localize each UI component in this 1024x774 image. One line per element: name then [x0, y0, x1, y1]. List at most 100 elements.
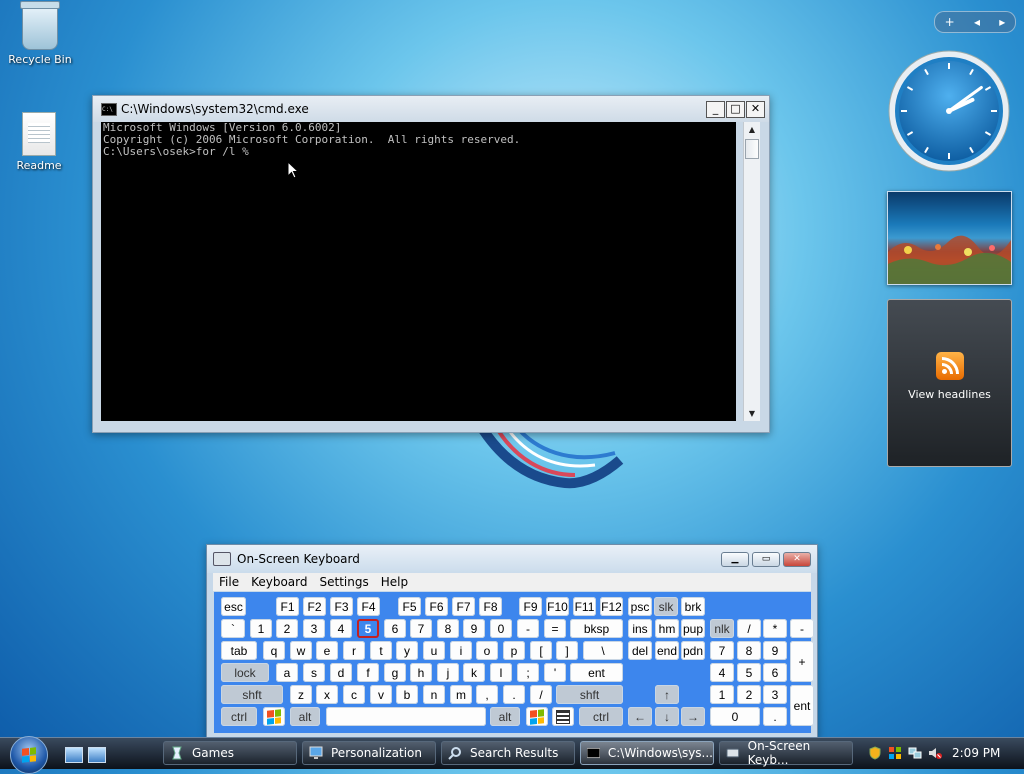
- menu-help[interactable]: Help: [375, 575, 414, 589]
- restore-button[interactable]: ▭: [752, 551, 780, 567]
- key[interactable]: 4: [710, 663, 734, 682]
- start-button[interactable]: [10, 736, 48, 774]
- key[interactable]: r: [343, 641, 365, 660]
- close-button[interactable]: ✕: [746, 100, 765, 118]
- key[interactable]: →: [681, 707, 705, 726]
- key[interactable]: ↑: [655, 685, 679, 704]
- key[interactable]: 9: [763, 641, 787, 660]
- key[interactable]: m: [450, 685, 472, 704]
- key[interactable]: q: [263, 641, 285, 660]
- key[interactable]: /: [530, 685, 552, 704]
- menu-file[interactable]: File: [213, 575, 245, 589]
- key[interactable]: -: [790, 619, 814, 638]
- key[interactable]: slk: [654, 597, 678, 616]
- key[interactable]: -: [517, 619, 539, 638]
- key[interactable]: /: [737, 619, 761, 638]
- key[interactable]: *: [763, 619, 787, 638]
- key[interactable]: shft: [221, 685, 283, 704]
- key[interactable]: 1: [250, 619, 272, 638]
- taskbar-button-on-screen-keyboard[interactable]: On-Screen Keyb...: [719, 739, 853, 767]
- key[interactable]: l: [490, 663, 512, 682]
- key[interactable]: F2: [303, 597, 326, 616]
- key[interactable]: 4: [330, 619, 352, 638]
- key[interactable]: ]: [556, 641, 578, 660]
- scroll-up-arrow-icon[interactable]: ▲: [744, 122, 760, 137]
- key[interactable]: shft: [556, 685, 623, 704]
- desktop-icon-recycle-bin[interactable]: Recycle Bin: [2, 1, 78, 66]
- key[interactable]: 5: [357, 619, 379, 638]
- key[interactable]: a: [276, 663, 298, 682]
- switch-windows-icon[interactable]: [88, 747, 106, 763]
- key[interactable]: b: [396, 685, 418, 704]
- network-icon[interactable]: [908, 746, 922, 760]
- next-page-icon[interactable]: ▸: [999, 15, 1005, 29]
- taskbar-button-games[interactable]: Games: [163, 741, 297, 765]
- taskbar-button-cmd[interactable]: C:\Windows\sys...: [580, 741, 714, 765]
- volume-muted-icon[interactable]: [928, 746, 942, 760]
- add-gadget-button[interactable]: +: [945, 15, 955, 29]
- key[interactable]: F11: [573, 597, 596, 616]
- show-desktop-icon[interactable]: [65, 747, 83, 763]
- key[interactable]: F9: [519, 597, 542, 616]
- security-shield-icon[interactable]: [868, 746, 882, 760]
- key[interactable]: 0: [710, 707, 760, 726]
- vertical-scrollbar[interactable]: ▲ ▼: [743, 122, 760, 421]
- key[interactable]: 1: [710, 685, 734, 704]
- minimize-button[interactable]: _: [706, 100, 725, 118]
- key[interactable]: v: [370, 685, 392, 704]
- console-output[interactable]: Microsoft Windows [Version 6.0.6002] Copy…: [101, 122, 736, 421]
- taskbar-clock[interactable]: 2:09 PM: [952, 746, 1000, 760]
- cmd-window[interactable]: C:\ C:\Windows\system32\cmd.exe _ □ ✕ Mi…: [92, 95, 770, 433]
- key[interactable]: esc: [221, 597, 246, 616]
- key[interactable]: =: [544, 619, 566, 638]
- desktop-icon-readme[interactable]: Readme: [1, 112, 77, 172]
- key[interactable]: 3: [763, 685, 787, 704]
- minimize-button[interactable]: ▁: [721, 551, 749, 567]
- key[interactable]: psc: [628, 597, 652, 616]
- key[interactable]: F6: [425, 597, 448, 616]
- key[interactable]: 5: [737, 663, 761, 682]
- key[interactable]: n: [423, 685, 445, 704]
- key[interactable]: 9: [463, 619, 485, 638]
- key[interactable]: g: [384, 663, 406, 682]
- key[interactable]: d: [330, 663, 352, 682]
- key-tall[interactable]: +: [790, 641, 814, 682]
- key[interactable]: 2: [737, 685, 761, 704]
- slideshow-gadget[interactable]: [887, 191, 1012, 285]
- key[interactable]: F10: [546, 597, 569, 616]
- key[interactable]: 8: [737, 641, 761, 660]
- key[interactable]: i: [450, 641, 472, 660]
- maximize-button[interactable]: □: [726, 100, 745, 118]
- key[interactable]: F8: [479, 597, 502, 616]
- key[interactable]: pup: [681, 619, 705, 638]
- key[interactable]: y: [396, 641, 418, 660]
- key[interactable]: ;: [517, 663, 539, 682]
- key[interactable]: F4: [357, 597, 380, 616]
- key[interactable]: pdn: [681, 641, 705, 660]
- key[interactable]: ins: [628, 619, 652, 638]
- key[interactable]: p: [503, 641, 525, 660]
- key[interactable]: F12: [600, 597, 623, 616]
- key[interactable]: k: [463, 663, 485, 682]
- windows-flag-icon[interactable]: [888, 746, 902, 760]
- key[interactable]: e: [316, 641, 338, 660]
- key-menu[interactable]: [552, 707, 574, 726]
- clock-gadget[interactable]: [887, 49, 1011, 173]
- key[interactable]: 6: [384, 619, 406, 638]
- key[interactable]: ': [544, 663, 566, 682]
- view-headlines-link[interactable]: View headlines: [888, 388, 1011, 401]
- key[interactable]: nlk: [710, 619, 734, 638]
- key[interactable]: 7: [410, 619, 432, 638]
- key[interactable]: u: [423, 641, 445, 660]
- key[interactable]: t: [370, 641, 392, 660]
- taskbar-button-personalization[interactable]: Personalization: [302, 741, 436, 765]
- on-screen-keyboard-window[interactable]: On-Screen Keyboard ▁ ▭ ✕ File Keyboard S…: [206, 544, 818, 739]
- key[interactable]: .: [503, 685, 525, 704]
- key[interactable]: F5: [398, 597, 421, 616]
- key[interactable]: F3: [330, 597, 353, 616]
- key[interactable]: 7: [710, 641, 734, 660]
- key[interactable]: alt: [290, 707, 320, 726]
- key[interactable]: 6: [763, 663, 787, 682]
- key[interactable]: h: [410, 663, 432, 682]
- key[interactable]: f: [357, 663, 379, 682]
